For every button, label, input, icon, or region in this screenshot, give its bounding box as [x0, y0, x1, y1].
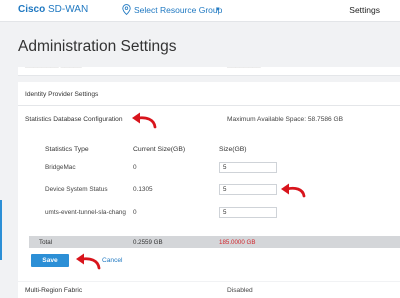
partial-label: ━━━━━━━━ ━━━━━ — [25, 67, 82, 71]
dropdown-caret-icon: ▾ — [216, 6, 220, 13]
annotation-arrow-icon — [76, 253, 101, 270]
row-type: BridgeMac — [45, 164, 76, 171]
scroll-indicator — [0, 200, 2, 260]
partial-value: ━━━━━━━━ — [227, 67, 261, 71]
brand-logo[interactable]: Cisco SD-WAN — [18, 4, 88, 15]
section-title[interactable]: Statistics Database Configuration — [25, 116, 123, 123]
settings-link[interactable]: Settings — [349, 5, 380, 15]
total-row: Total 0.2559 GB 185.0000 GB — [29, 236, 400, 248]
brand-product: SD-WAN — [45, 4, 89, 15]
section-value: Disabled — [227, 287, 253, 294]
row-current: 0.1305 — [133, 186, 153, 193]
identity-provider-section[interactable]: Identity Provider Settings — [18, 82, 400, 106]
top-bar: Cisco SD-WAN Select Resource Group ▾ Set… — [0, 0, 400, 22]
row-type: umts-event-tunnel-sla-chang — [45, 209, 126, 216]
row-current: 0 — [133, 164, 137, 171]
collapsed-section-partial: ━━━━━━━━ ━━━━━ ━━━━━━━━ — [18, 67, 400, 76]
annotation-arrow-icon — [132, 112, 157, 129]
size-input[interactable] — [219, 184, 277, 195]
annotation-arrow-icon — [281, 183, 306, 198]
brand-bold: Cisco — [18, 4, 46, 15]
section-label: Identity Provider Settings — [25, 91, 99, 98]
total-current: 0.2559 GB — [133, 239, 163, 246]
row-current: 0 — [133, 209, 137, 216]
multi-region-section[interactable]: Multi-Region Fabric Disabled — [18, 282, 400, 298]
section-label: Multi-Region Fabric — [25, 287, 83, 294]
location-pin-icon — [122, 4, 131, 15]
total-size: 185.0000 GB — [219, 239, 256, 246]
page-title: Administration Settings — [18, 38, 177, 55]
total-label: Total — [39, 239, 53, 246]
column-header-current: Current Size(GB) — [133, 146, 186, 153]
resource-group-label: Select Resource Group — [134, 5, 223, 15]
column-header-type: Statistics Type — [45, 146, 89, 153]
column-header-size: Size(GB) — [219, 146, 247, 153]
max-space-text: Maximum Available Space: 58.7586 GB — [227, 116, 344, 123]
size-input[interactable] — [219, 207, 277, 218]
row-type: Device System Status — [45, 186, 108, 193]
cancel-link[interactable]: Cancel — [102, 257, 123, 264]
save-button[interactable]: Save — [31, 254, 69, 267]
size-input[interactable] — [219, 162, 277, 173]
